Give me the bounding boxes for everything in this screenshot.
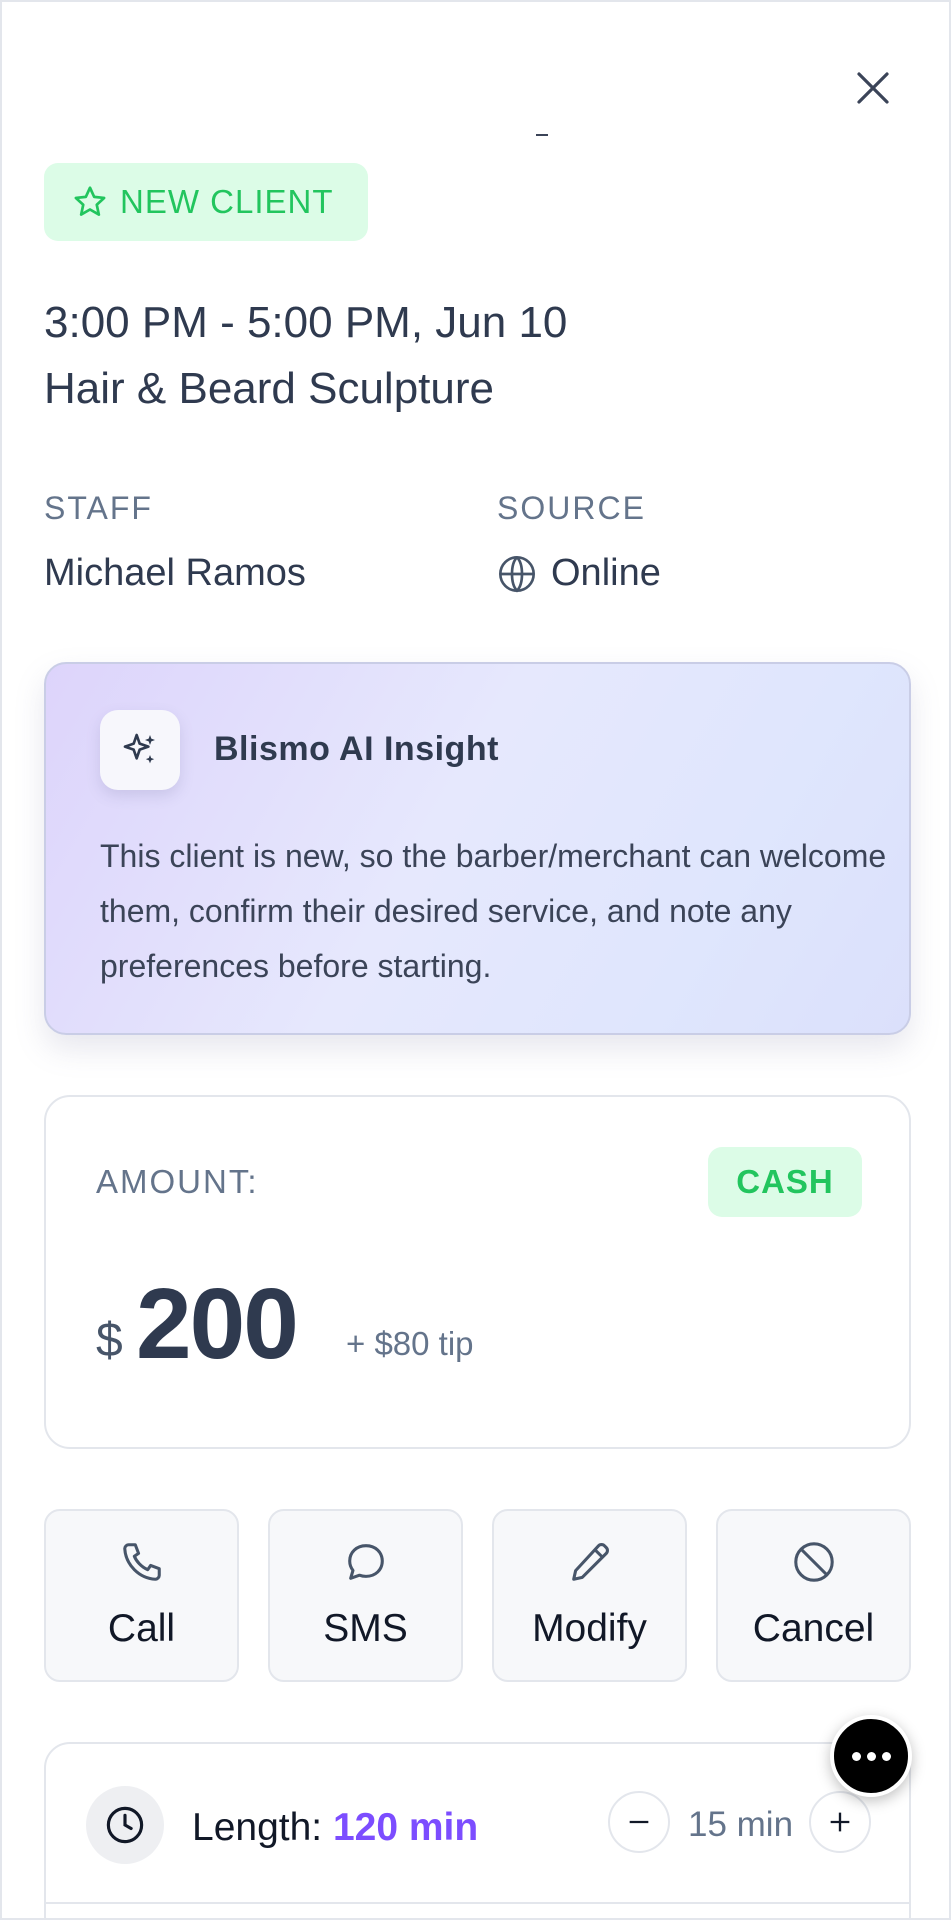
insight-icon-tile [100,710,180,790]
length-label: Length: 120 min [192,1806,478,1850]
modify-label: Modify [532,1607,647,1650]
close-button[interactable] [847,62,899,114]
call-button[interactable]: Call [44,1509,239,1682]
sparkles-icon [123,733,155,764]
more-options-button[interactable] [830,1715,912,1797]
modify-button[interactable]: Modify [492,1509,687,1682]
new-client-badge: NEW CLIENT [44,163,368,241]
increase-length-button[interactable] [809,1791,871,1853]
sms-button[interactable]: SMS [268,1509,463,1682]
length-card: Length: 120 min 15 min [44,1742,911,1918]
cancel-button[interactable]: Cancel [716,1509,911,1682]
message-icon [347,1544,384,1580]
drag-indicator [536,134,548,136]
payment-method-badge: CASH [708,1147,862,1217]
call-label: Call [107,1607,176,1650]
length-step-size: 15 min [688,1805,794,1844]
amount-value: 200 [136,1268,299,1380]
ai-insight-card: Blismo AI Insight This client is new, so… [44,662,911,1035]
globe-icon [499,555,535,593]
insight-title: Blismo AI Insight [214,730,499,768]
badge-label: NEW CLIENT [120,183,334,220]
staff-label: STAFF [44,490,153,526]
length-value: 120 min [332,1806,479,1849]
amount-label: AMOUNT: [96,1163,259,1200]
source-text: Online [551,552,661,594]
phone-icon [122,1543,161,1581]
star-icon [74,186,106,216]
sms-label: SMS [323,1607,408,1650]
clock-icon [106,1806,144,1844]
length-divider [46,1902,909,1904]
minus-icon [629,1820,649,1824]
decrease-length-button[interactable] [608,1791,670,1853]
source-value: Online [497,552,661,595]
source-label: SOURCE [497,490,646,526]
more-icon [851,1751,891,1761]
insight-text: This client is new, so the barber/mercha… [100,838,887,984]
clock-badge [86,1786,164,1864]
plus-icon [830,1812,850,1832]
amount-card: AMOUNT: CASH $ 200 + $80 tip [44,1095,911,1449]
length-label-text: Length: [192,1806,323,1849]
ban-icon [793,1542,834,1582]
appointment-panel: NEW CLIENT 3:00 PM - 5:00 PM, Jun 10 Hai… [0,0,951,1920]
service-name: Hair & Beard Sculpture [44,364,494,413]
staff-name: Michael Ramos [44,552,306,594]
tip-amount: + $80 tip [346,1325,474,1362]
currency-symbol: $ [96,1314,123,1367]
cancel-label: Cancel [752,1607,875,1650]
pencil-icon [571,1543,609,1581]
close-icon [857,72,889,104]
appointment-time: 3:00 PM - 5:00 PM, Jun 10 [44,298,568,347]
